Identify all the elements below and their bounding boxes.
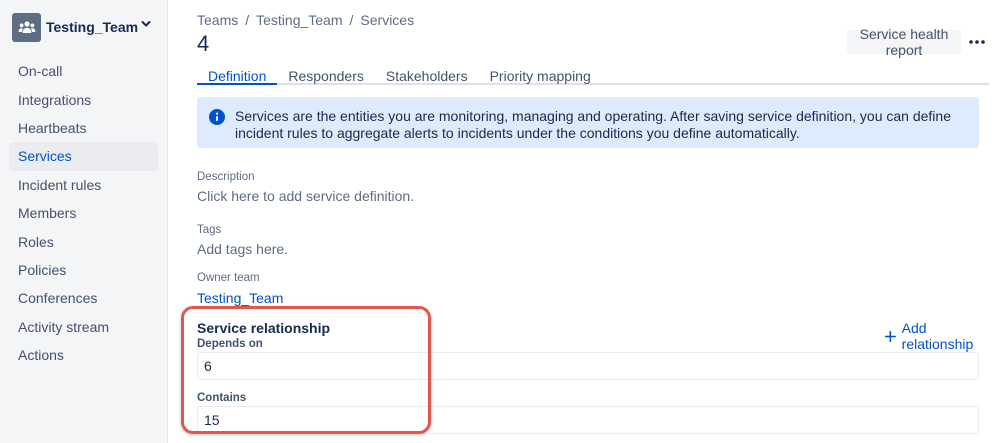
sidebar-item-roles[interactable]: Roles — [9, 227, 158, 255]
tags-label: Tags — [197, 224, 222, 236]
breadcrumb-services[interactable]: Services — [360, 12, 414, 28]
description-field[interactable]: Click here to add service definition. — [197, 188, 414, 204]
breadcrumb-separator: / — [349, 12, 354, 28]
tab-stakeholders[interactable]: Stakeholders — [375, 62, 479, 84]
sidebar-item-label: Incident rules — [18, 176, 102, 193]
more-options-button[interactable] — [965, 30, 989, 54]
more-icon — [969, 40, 985, 44]
add-relationship-button[interactable]: Add relationship — [885, 320, 999, 352]
sidebar-item-label: Policies — [18, 261, 67, 278]
page-title: 4 — [197, 31, 210, 56]
team-switcher[interactable]: Testing_Team — [12, 12, 160, 42]
service-health-report-button[interactable]: Service health report — [847, 26, 961, 58]
sidebar-item-label: Conferences — [18, 290, 98, 307]
tab-definition[interactable]: Definition — [197, 62, 278, 85]
description-label: Description — [197, 171, 255, 183]
breadcrumb: Teams / Testing_Team / Services — [197, 12, 414, 28]
info-text: Services are the entities you are monito… — [235, 108, 951, 141]
contains-value: 15 — [204, 412, 220, 428]
sidebar: Testing_Team On-call Integrations Heartb… — [0, 0, 168, 443]
depends-on-value: 6 — [204, 358, 212, 374]
breadcrumb-teams[interactable]: Teams — [197, 12, 238, 28]
service-relationship-title: Service relationship — [197, 320, 331, 336]
tab-responders[interactable]: Responders — [277, 62, 375, 84]
contains-label: Contains — [197, 392, 247, 404]
sidebar-item-on-call[interactable]: On-call — [9, 57, 158, 85]
sidebar-item-policies[interactable]: Policies — [9, 256, 158, 284]
tab-bar: Definition Responders Stakeholders Prior… — [197, 62, 989, 85]
sidebar-item-services[interactable]: Services — [9, 142, 158, 171]
sidebar-item-conferences[interactable]: Conferences — [9, 284, 158, 312]
sidebar-item-activity-stream[interactable]: Activity stream — [9, 313, 158, 341]
sidebar-item-label: Members — [18, 205, 77, 222]
sidebar-item-label: Actions — [18, 347, 64, 364]
sidebar-item-integrations[interactable]: Integrations — [9, 85, 158, 113]
contains-field[interactable]: 15 — [197, 406, 979, 434]
depends-on-label: Depends on — [197, 338, 263, 350]
sidebar-item-actions[interactable]: Actions — [9, 341, 158, 369]
sidebar-item-label: Heartbeats — [18, 119, 87, 136]
add-relationship-label: Add relationship — [901, 320, 974, 352]
team-icon — [12, 12, 41, 42]
tags-field[interactable]: Add tags here. — [197, 241, 288, 257]
team-name: Testing_Team — [46, 19, 139, 35]
chevron-down-icon[interactable] — [140, 18, 152, 30]
sidebar-item-label: Roles — [18, 233, 54, 250]
tab-priority-mapping[interactable]: Priority mapping — [479, 62, 602, 84]
depends-on-field[interactable]: 6 — [197, 352, 979, 380]
info-icon — [209, 109, 225, 125]
info-banner: Services are the entities you are monito… — [197, 97, 979, 148]
owner-team-link[interactable]: Testing_Team — [197, 290, 283, 306]
sidebar-nav: On-call Integrations Heartbeats Services… — [9, 57, 158, 369]
sidebar-item-label: On-call — [18, 63, 63, 80]
owner-team-label: Owner team — [197, 272, 260, 284]
breadcrumb-team[interactable]: Testing_Team — [256, 12, 342, 28]
breadcrumb-separator: / — [245, 12, 250, 28]
sidebar-item-incident-rules[interactable]: Incident rules — [9, 171, 158, 199]
sidebar-item-label: Services — [18, 148, 72, 165]
sidebar-item-heartbeats[interactable]: Heartbeats — [9, 114, 158, 142]
sidebar-item-label: Integrations — [18, 91, 92, 108]
sidebar-item-label: Activity stream — [18, 318, 110, 335]
sidebar-item-members[interactable]: Members — [9, 199, 158, 227]
plus-icon — [885, 330, 896, 342]
